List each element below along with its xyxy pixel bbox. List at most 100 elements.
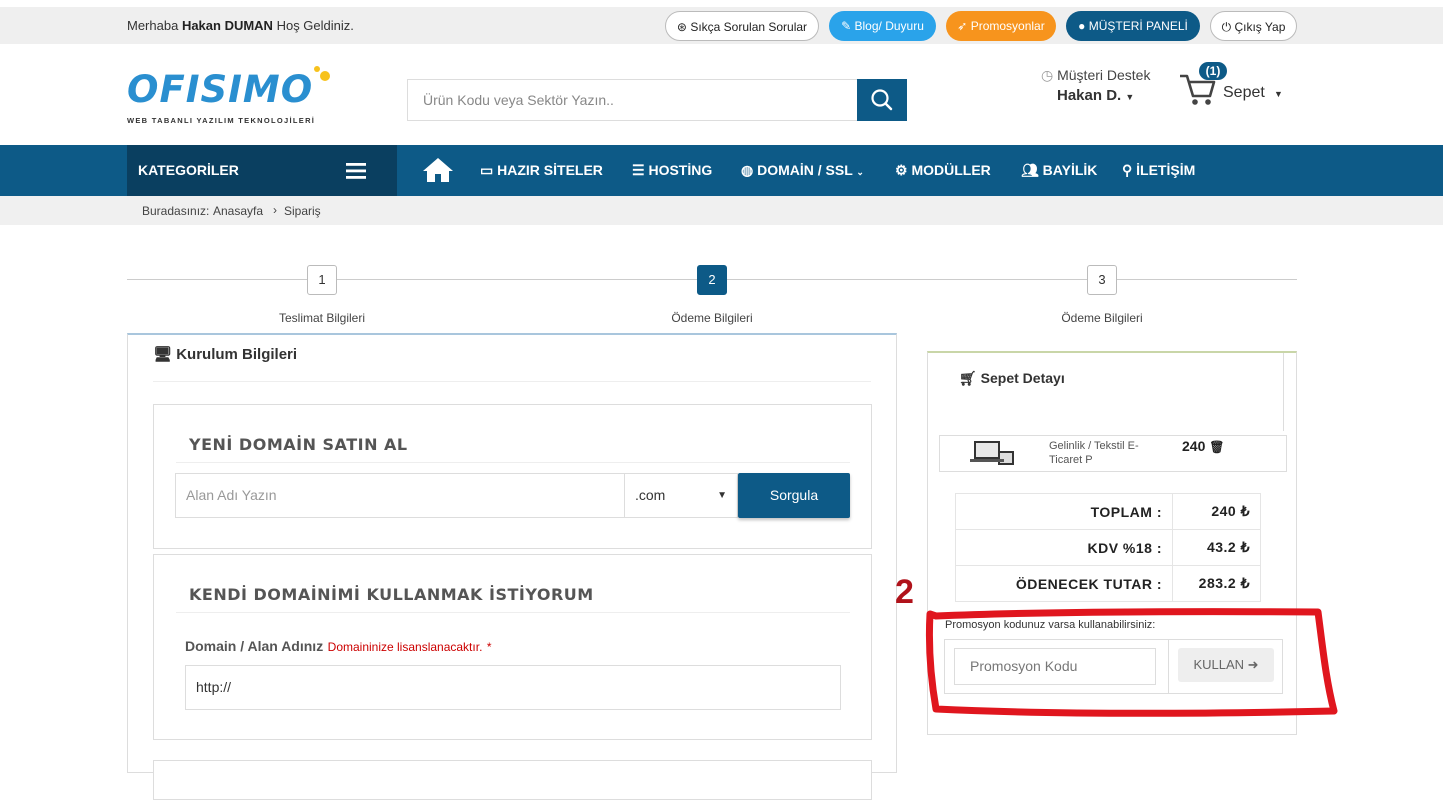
nav-modules[interactable]: ⚙ MODÜLLER <box>895 145 991 196</box>
nav-ready-sites-label: HAZIR SİTELER <box>497 162 603 178</box>
step-3-label: Ödeme Bilgileri <box>1061 311 1143 325</box>
new-domain-box: YENİ DOMAİN SATIN AL Alan Adı Yazın .com… <box>153 404 872 549</box>
clock-icon: ◷ <box>1041 67 1054 83</box>
caret-down-icon: ▼ <box>1274 89 1283 99</box>
home-icon <box>423 158 453 182</box>
setup-panel: 🖥︎ Kurulum Bilgileri YENİ DOMAİN SATIN A… <box>127 333 897 800</box>
total-value: 240 ₺ <box>1172 493 1261 530</box>
search-input[interactable]: Ürün Kodu veya Sektör Yazın.. <box>407 79 857 121</box>
tax-label: KDV %18 : <box>955 529 1173 566</box>
step-3[interactable]: 3 <box>1087 265 1117 295</box>
menu-icon <box>346 163 366 179</box>
monitor-icon: 🖥︎ <box>153 346 173 363</box>
logo[interactable]: OFISIMO WEB TABANLI YAZILIM TEKNOLOJİLER… <box>127 64 337 128</box>
category-label: KATEGORİLER <box>138 162 239 178</box>
search-icon <box>871 89 893 111</box>
top-bar: Merhaba Hakan DUMAN Hoş Geldiniz. ⊛ Sıkç… <box>0 7 1443 44</box>
nav-hosting[interactable]: ☰ HOSTİNG <box>632 145 712 196</box>
category-menu[interactable]: KATEGORİLER <box>127 145 397 196</box>
cart-item-price-value: 240 <box>1182 438 1206 454</box>
promo-group: Promosyon Kodu KULLAN ➜ <box>944 639 1283 694</box>
logo-text: OFISIMO <box>127 68 314 111</box>
domain-note: Domaininize lisanslanacaktır. <box>327 640 483 654</box>
table-row: ÖDENECEK TUTAR : 283.2 ₺ <box>955 565 1261 602</box>
cart-item: Gelinlik / Tekstil E-Ticaret P 240 🗑︎ <box>939 435 1287 472</box>
promo-button[interactable]: ➶ Promosyonlar <box>946 11 1056 41</box>
tax-value: 43.2 ₺ <box>1172 529 1261 566</box>
step-2-active[interactable]: 2 <box>697 265 727 295</box>
breadcrumb: Buradasınız: Anasayfa › Sipariş <box>0 196 1443 225</box>
breadcrumb-label: Buradasınız: <box>142 204 210 218</box>
logout-button[interactable]: ⏻ Çıkış Yap <box>1210 11 1297 41</box>
search-button[interactable] <box>857 79 907 121</box>
promo-apply-button[interactable]: KULLAN ➜ <box>1178 648 1274 682</box>
nav-hosting-label: HOSTİNG <box>648 162 713 178</box>
edit-icon: ✎ <box>841 19 852 33</box>
next-box <box>153 760 872 800</box>
lifebuoy-icon: ⊛ <box>676 20 687 34</box>
header: OFISIMO WEB TABANLI YAZILIM TEKNOLOJİLER… <box>0 44 1443 145</box>
nav-contact-label: İLETİŞİM <box>1136 162 1196 178</box>
cart-panel: 🛒︎ Sepet Detayı Gelinlik / Tekstil E-Tic… <box>927 351 1297 735</box>
domain-name-input[interactable]: Alan Adı Yazın <box>175 473 625 518</box>
step-1[interactable]: 1 <box>307 265 337 295</box>
gears-icon: ⚙ <box>895 162 908 178</box>
user-icon: ● <box>1078 19 1086 33</box>
nav-dealership-label: BAYİLİK <box>1042 162 1098 178</box>
promo-code-input[interactable]: Promosyon Kodu <box>954 648 1156 685</box>
users-icon: 👥︎ <box>1021 162 1039 178</box>
promo-apply-label: KULLAN <box>1193 657 1245 672</box>
total-label: TOPLAM : <box>955 493 1173 530</box>
breadcrumb-home[interactable]: Anasayfa <box>213 204 263 218</box>
globe-icon: ◍ <box>741 162 754 178</box>
caret-down-icon: ▼ <box>717 490 727 501</box>
cart-count-badge: (1) <box>1199 62 1227 80</box>
nav-dealership[interactable]: 👥︎ BAYİLİK <box>1021 145 1097 196</box>
own-domain-box: KENDİ DOMAİNİMİ KULLANMAK İSTİYORUM Doma… <box>153 554 872 740</box>
own-domain-input[interactable]: http:// <box>185 665 841 710</box>
product-thumbnail <box>970 441 1014 465</box>
divider <box>153 381 871 382</box>
tld-select[interactable]: .com ▼ <box>625 473 738 518</box>
support[interactable]: ◷ Müşteri Destek Hakan D. ▼ <box>1041 67 1171 104</box>
tld-value: .com <box>635 487 666 503</box>
cart-item-name[interactable]: Gelinlik / Tekstil E-Ticaret P <box>1049 439 1159 467</box>
blog-button[interactable]: ✎ Blog/ Duyuru <box>829 11 936 41</box>
nav-domain-ssl[interactable]: ◍ DOMAİN / SSL ⌄ <box>741 145 864 196</box>
nav-home[interactable] <box>422 157 454 183</box>
breadcrumb-current: Sipariş <box>284 204 321 218</box>
promo-note: Promosyon kodunuz varsa kullanabilirsini… <box>945 619 1156 631</box>
payable-value: 283.2 ₺ <box>1172 565 1261 602</box>
step-1-label: Teslimat Bilgileri <box>278 311 366 325</box>
logout-label: Çıkış Yap <box>1234 20 1286 34</box>
setup-title: 🖥︎ Kurulum Bilgileri <box>153 345 297 363</box>
cart-button[interactable]: (1) Sepet ▼ <box>1178 62 1288 108</box>
main-nav: KATEGORİLER ▭ HAZIR SİTELER ☰ HOSTİNG ◍ … <box>0 145 1443 196</box>
customer-panel-button[interactable]: ● MÜŞTERİ PANELİ <box>1066 11 1200 41</box>
divider <box>1168 640 1169 693</box>
blog-label: Blog/ Duyuru <box>854 19 924 33</box>
table-row: TOPLAM : 240 ₺ <box>955 493 1261 530</box>
payable-label: ÖDENECEK TUTAR : <box>955 565 1173 602</box>
nav-contact[interactable]: ⚲ İLETİŞİM <box>1122 145 1195 196</box>
own-domain-title: KENDİ DOMAİNİMİ KULLANMAK İSTİYORUM <box>189 585 594 604</box>
trash-icon[interactable]: 🗑︎ <box>1209 440 1224 454</box>
support-user: Hakan D. <box>1057 87 1122 104</box>
cart-item-price: 240 🗑︎ <box>1182 438 1224 454</box>
faq-label: Sıkça Sorulan Sorular <box>690 20 808 34</box>
greeting: Merhaba Hakan DUMAN Hoş Geldiniz. <box>127 18 354 33</box>
caret-down-icon: ▼ <box>1125 92 1135 102</box>
divider <box>176 612 850 613</box>
new-domain-title: YENİ DOMAİN SATIN AL <box>189 435 408 454</box>
domain-label: Domain / Alan Adınız <box>185 638 324 654</box>
faq-button[interactable]: ⊛ Sıkça Sorulan Sorular <box>665 11 819 41</box>
greeting-user: Hakan DUMAN <box>181 18 273 33</box>
cart-icon: 🛒︎ <box>959 370 977 386</box>
query-button[interactable]: Sorgula <box>738 473 850 518</box>
nav-ready-sites[interactable]: ▭ HAZIR SİTELER <box>480 145 603 196</box>
greeting-prefix: Merhaba <box>127 18 179 33</box>
breadcrumb-separator: › <box>273 203 277 217</box>
totals-table: TOPLAM : 240 ₺ KDV %18 : 43.2 ₺ ÖDENECEK… <box>955 493 1261 602</box>
setup-title-text: Kurulum Bilgileri <box>176 346 298 363</box>
nav-domain-ssl-label: DOMAİN / SSL <box>757 162 853 178</box>
